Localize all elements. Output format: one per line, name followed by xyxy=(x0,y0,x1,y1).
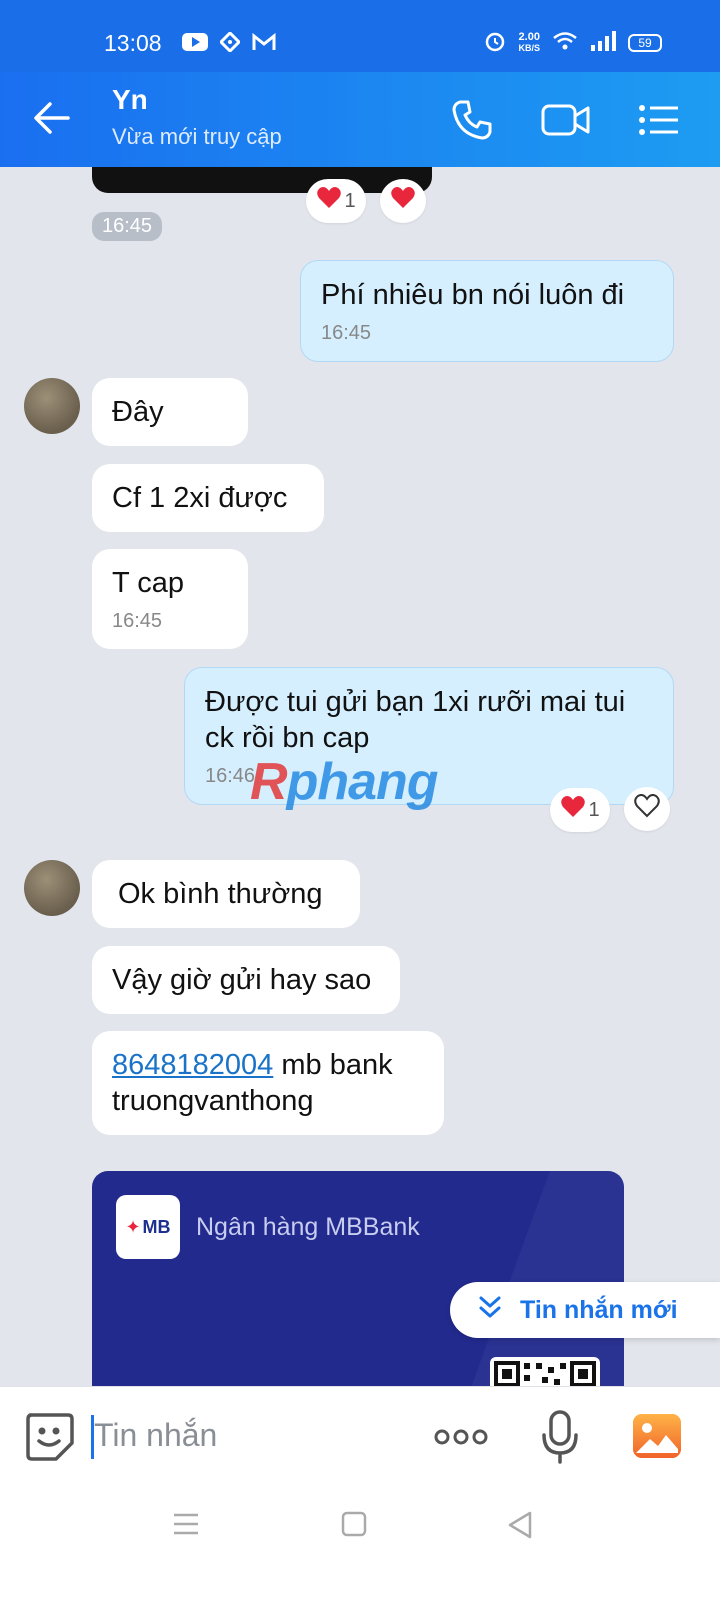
avatar[interactable] xyxy=(24,860,80,916)
sticker-icon[interactable] xyxy=(24,1411,74,1466)
avatar[interactable] xyxy=(24,378,80,434)
message-bubble-incoming[interactable]: Vậy giờ gửi hay sao xyxy=(92,946,400,1014)
gmail-icon xyxy=(252,32,276,56)
gallery-icon[interactable] xyxy=(632,1413,682,1464)
message-text: Vậy giờ gửi hay sao xyxy=(112,964,372,996)
double-chevron-down-icon xyxy=(478,1294,502,1327)
message-bubble-incoming[interactable]: 8648182004 mb bank truongvanthong xyxy=(92,1031,444,1135)
message-text: T cap xyxy=(112,567,185,599)
home-icon[interactable] xyxy=(340,1510,368,1543)
system-navigation-bar xyxy=(0,1486,720,1600)
message-text-line2: truongvanthong xyxy=(112,1085,314,1117)
phone-call-icon[interactable] xyxy=(450,98,494,147)
message-text: Phí nhiêu bn nói luôn đi xyxy=(321,279,625,311)
status-time: 13:08 xyxy=(104,30,162,56)
message-bubble-incoming[interactable]: Ok bình thường xyxy=(92,860,360,928)
bank-name: Ngân hàng MBBank xyxy=(196,1213,420,1241)
heart-icon xyxy=(316,186,342,216)
message-bubble-outgoing[interactable]: Phí nhiêu bn nói luôn đi 16:45 xyxy=(300,260,674,362)
star-icon: ✦ xyxy=(125,1216,141,1237)
message-text: Cf 1 2xi được xyxy=(112,482,288,514)
reaction-badge[interactable]: 1 xyxy=(550,788,610,832)
message-bubble-incoming[interactable]: Cf 1 2xi được xyxy=(92,464,324,532)
message-text-line1: 8648182004 mb bank xyxy=(112,1047,424,1083)
contact-status: Vừa mới truy cập xyxy=(112,124,282,149)
message-bubble-incoming[interactable]: T cap 16:45 xyxy=(92,549,248,649)
message-time: 16:45 xyxy=(321,322,372,344)
mbbank-logo: ✦ MB xyxy=(116,1195,180,1259)
message-input[interactable]: Tin nhắn xyxy=(94,1417,217,1454)
watermark: Rphang xyxy=(250,752,439,812)
signal-icon xyxy=(590,31,616,54)
network-speed: 2.00 KB/S xyxy=(518,30,540,54)
app-diamond-icon xyxy=(218,30,242,57)
status-bar: 13:08 2.00 KB/S 59 xyxy=(0,0,720,72)
message-time: 16:45 xyxy=(112,610,163,632)
account-number-link[interactable]: 8648182004 xyxy=(112,1049,273,1081)
alarm-icon xyxy=(484,30,506,55)
media-message-bottom[interactable] xyxy=(92,167,432,193)
message-text: Được tui gửi bạn 1xi rưỡi mai tui ck rồi… xyxy=(205,686,626,754)
add-reaction-button[interactable] xyxy=(380,179,426,223)
time-divider: 16:45 xyxy=(92,212,163,241)
wifi-icon xyxy=(552,31,578,54)
youtube-icon xyxy=(182,33,208,56)
message-text: Ok bình thường xyxy=(118,878,323,910)
recent-apps-icon[interactable] xyxy=(172,1512,200,1541)
watermark-part1: R xyxy=(250,753,288,811)
reaction-count: 1 xyxy=(588,798,600,821)
video-call-icon[interactable] xyxy=(540,98,592,147)
message-bubble-incoming[interactable]: Đây xyxy=(92,378,248,446)
watermark-part2: phang xyxy=(286,753,439,811)
heart-icon xyxy=(390,186,416,216)
network-speed-unit: KB/S xyxy=(518,42,540,53)
reaction-badge[interactable]: 1 xyxy=(306,179,366,223)
message-text: mb bank xyxy=(273,1049,393,1081)
message-text: Đây xyxy=(112,396,164,428)
new-messages-button[interactable]: Tin nhắn mới xyxy=(450,1282,720,1338)
back-arrow-icon[interactable] xyxy=(32,98,72,143)
chat-area[interactable]: 1 16:45 Phí nhiêu bn nói luôn đi 16:45 Đ… xyxy=(0,167,720,1415)
menu-list-icon[interactable] xyxy=(636,98,680,147)
add-reaction-button[interactable] xyxy=(624,787,670,831)
chat-header: Yn Vừa mới truy cập xyxy=(0,72,720,167)
microphone-icon[interactable] xyxy=(540,1409,580,1470)
heart-icon xyxy=(560,795,586,825)
back-triangle-icon[interactable] xyxy=(506,1510,534,1545)
battery-indicator: 59 xyxy=(628,33,662,52)
reaction-count: 1 xyxy=(344,189,356,212)
logo-text: MB xyxy=(142,1216,171,1237)
heart-outline-icon xyxy=(634,794,660,824)
network-speed-value: 2.00 xyxy=(518,30,540,43)
message-input-bar: Tin nhắn xyxy=(0,1386,720,1486)
contact-name[interactable]: Yn xyxy=(112,84,148,116)
new-messages-label: Tin nhắn mới xyxy=(520,1295,678,1324)
more-options-icon[interactable] xyxy=(434,1427,488,1452)
